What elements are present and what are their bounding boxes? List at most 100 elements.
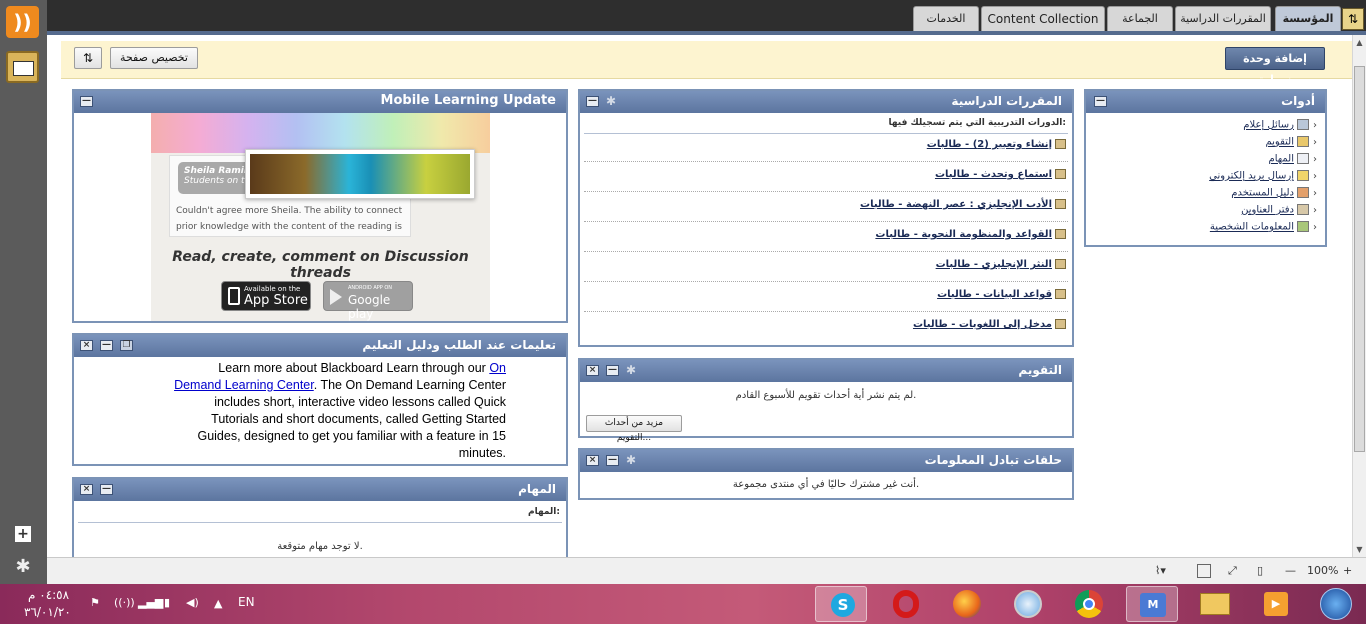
scroll-thumb[interactable] — [1354, 66, 1365, 452]
course-link[interactable]: إنشاء وتعبير (2) - طالبات — [927, 139, 1066, 150]
opera-icon[interactable] — [880, 586, 932, 622]
minimize-icon[interactable]: — — [606, 455, 619, 466]
more-calendar-events-button[interactable]: مزيد من أحداث التقويم... — [586, 415, 682, 443]
zoom-level[interactable]: 100% — [1307, 564, 1338, 578]
calendar-module-header: × — ✱ التقويم — [580, 360, 1072, 382]
notes-icon[interactable] — [6, 51, 39, 83]
circles-module-header: × — ✱ حلقات تبادل المعلومات — [580, 450, 1072, 472]
app-store-badge[interactable]: Available on the App Store — [221, 281, 311, 311]
flag-icon[interactable]: ⚑ — [90, 596, 100, 609]
network-icon[interactable]: ((·)) — [114, 596, 135, 609]
tool-item-announcements[interactable]: رسائل إعلام › — [1243, 119, 1317, 131]
vertical-scrollbar[interactable]: ▲ ▼ — [1352, 35, 1366, 557]
calendar-module: × — ✱ التقويم لم يتم نشر أية أحداث تقويم… — [578, 358, 1074, 443]
media-player-icon[interactable]: ▶ — [1250, 586, 1302, 622]
chevron-right-icon: › — [1313, 170, 1317, 182]
close-icon[interactable]: × — [586, 455, 599, 466]
help-text: Learn more about Blackboard Learn throug… — [174, 360, 506, 462]
close-icon[interactable]: × — [586, 365, 599, 376]
google-play-badge[interactable]: ANDROID APP ON Google play — [323, 281, 413, 321]
close-icon[interactable]: × — [80, 340, 93, 351]
customize-page-button[interactable]: تخصيص صفحة — [110, 47, 198, 69]
reader-icon[interactable]: ▯ — [1257, 564, 1263, 578]
courses-module-title: المقررات الدراسية — [951, 94, 1062, 108]
minimize-icon[interactable]: — — [80, 96, 93, 107]
course-label: الأدب الإنجليزي : عصر النهضة - طالبات — [860, 199, 1052, 210]
divider — [584, 191, 1068, 192]
clock-date[interactable]: ٣٦/٠١/٢٠ — [24, 605, 71, 619]
user-directory-icon — [1297, 187, 1309, 198]
mobile-module-body: Sheila Ramirez Students on the Couldn't … — [74, 113, 566, 321]
module-settings-gear-icon[interactable]: ✱ — [626, 363, 636, 377]
maxthon-icon[interactable]: M — [1126, 586, 1178, 622]
phone-icon — [228, 287, 240, 305]
minimize-icon[interactable]: — — [606, 365, 619, 376]
windows-taskbar: ٠٤:٥٨ م ٣٦/٠١/٢٠ ⚑ ((·)) ▂▄▆ ▮ ◀) ▲ EN S… — [0, 584, 1366, 624]
popout-icon[interactable]: ❐ — [120, 340, 133, 351]
clock-time[interactable]: ٠٤:٥٨ م — [28, 588, 69, 602]
tool-label: دفتر العناوين — [1241, 204, 1294, 216]
google-play-text: Google play — [348, 293, 391, 321]
minimize-icon[interactable]: — — [1094, 96, 1107, 107]
chevron-right-icon: › — [1313, 187, 1317, 199]
tool-label: المهام — [1268, 153, 1294, 165]
tab-services[interactable]: الخدمات — [913, 6, 979, 31]
course-link[interactable]: مدخل إلى اللغويات - طالبات — [913, 319, 1066, 330]
signal-icon[interactable]: ▂▄▆ — [138, 596, 163, 609]
tool-item-address-book[interactable]: دفتر العناوين › — [1241, 204, 1317, 216]
volume-icon[interactable]: ◀) — [186, 596, 199, 609]
tab-courses[interactable]: المقررات الدراسية — [1175, 6, 1271, 31]
tool-item-tasks[interactable]: المهام › — [1269, 153, 1317, 165]
module-settings-gear-icon[interactable]: ✱ — [606, 94, 616, 108]
reorder-icon[interactable]: ⇅ — [74, 47, 102, 69]
course-link[interactable]: الأدب الإنجليزي : عصر النهضة - طالبات — [860, 199, 1066, 210]
file-explorer-icon[interactable] — [1188, 586, 1240, 622]
tool-item-personal-info[interactable]: المعلومات الشخصية › — [1210, 221, 1317, 233]
menu-toggle-icon[interactable]: ⇅ — [1342, 8, 1364, 30]
safari-icon[interactable] — [1002, 586, 1054, 622]
tab-community[interactable]: الجماعة — [1107, 6, 1173, 31]
left-dock: )) + ✱ — [0, 0, 47, 584]
course-link[interactable]: استماع وتحدث - طالبات — [935, 169, 1066, 180]
language-indicator[interactable]: EN — [238, 595, 255, 609]
tool-item-user-directory[interactable]: دليل المستخدم › — [1231, 187, 1317, 199]
zoom-in-icon[interactable]: + — [1343, 564, 1352, 578]
scroll-down-icon[interactable]: ▼ — [1353, 542, 1366, 557]
settings-gear-icon[interactable]: ✱ — [12, 556, 34, 578]
minimize-icon[interactable]: — — [100, 484, 113, 495]
help-text-pre: Learn more about Blackboard Learn throug… — [218, 361, 490, 375]
add-icon[interactable]: + — [15, 526, 31, 542]
skype-icon[interactable]: S — [815, 586, 867, 622]
chrome-icon[interactable] — [1063, 586, 1115, 622]
course-link[interactable]: النثر الإنجليزي - طالبات — [936, 259, 1066, 270]
add-module-button[interactable]: إضافة وحدة نمطية — [1225, 47, 1325, 86]
windows-start-icon[interactable] — [1310, 586, 1362, 622]
tab-institution[interactable]: المؤسسة — [1275, 6, 1341, 31]
show-hidden-icons[interactable]: ▲ — [214, 597, 222, 610]
minimize-icon[interactable]: — — [100, 340, 113, 351]
minimize-icon[interactable]: — — [586, 96, 599, 107]
course-link[interactable]: القواعد والمنظومة النحوية - طالبات — [875, 229, 1066, 240]
activity-icon[interactable]: ⌇▾ — [1155, 564, 1166, 578]
browser-status-bar: ⌇▾ ⤢ ▯ — 100% + — [47, 557, 1366, 584]
screen: { "tabs": [ {"label":"المؤسسة"}, {"label… — [0, 0, 1366, 624]
book-icon — [1055, 139, 1066, 149]
tool-item-calendar[interactable]: التقويم › — [1265, 136, 1317, 148]
calendar-message: لم يتم نشر أية أحداث تقويم للأسبوع القاد… — [735, 390, 917, 401]
tool-item-send-email[interactable]: إرسال بريد إلكتروني › — [1209, 170, 1317, 182]
battery-icon[interactable]: ▮ — [164, 596, 170, 609]
module-settings-gear-icon[interactable]: ✱ — [626, 453, 636, 467]
close-icon[interactable]: × — [80, 484, 93, 495]
course-link[interactable]: قواعد البيانات - طالبات — [937, 289, 1066, 300]
tools-module-header: — أدوات — [1086, 91, 1325, 113]
calendar-module-title: التقويم — [1018, 363, 1062, 377]
fullscreen-icon[interactable]: ⤢ — [1228, 564, 1237, 578]
rss-icon[interactable]: )) — [6, 6, 39, 38]
firefox-icon[interactable] — [941, 586, 993, 622]
tab-content-collection[interactable]: Content Collection — [981, 6, 1105, 31]
divider — [584, 221, 1068, 222]
screenshot-icon[interactable] — [1197, 564, 1211, 578]
scroll-up-icon[interactable]: ▲ — [1353, 35, 1366, 50]
zoom-out-icon[interactable]: — — [1285, 564, 1296, 578]
personal-info-icon — [1297, 221, 1309, 232]
